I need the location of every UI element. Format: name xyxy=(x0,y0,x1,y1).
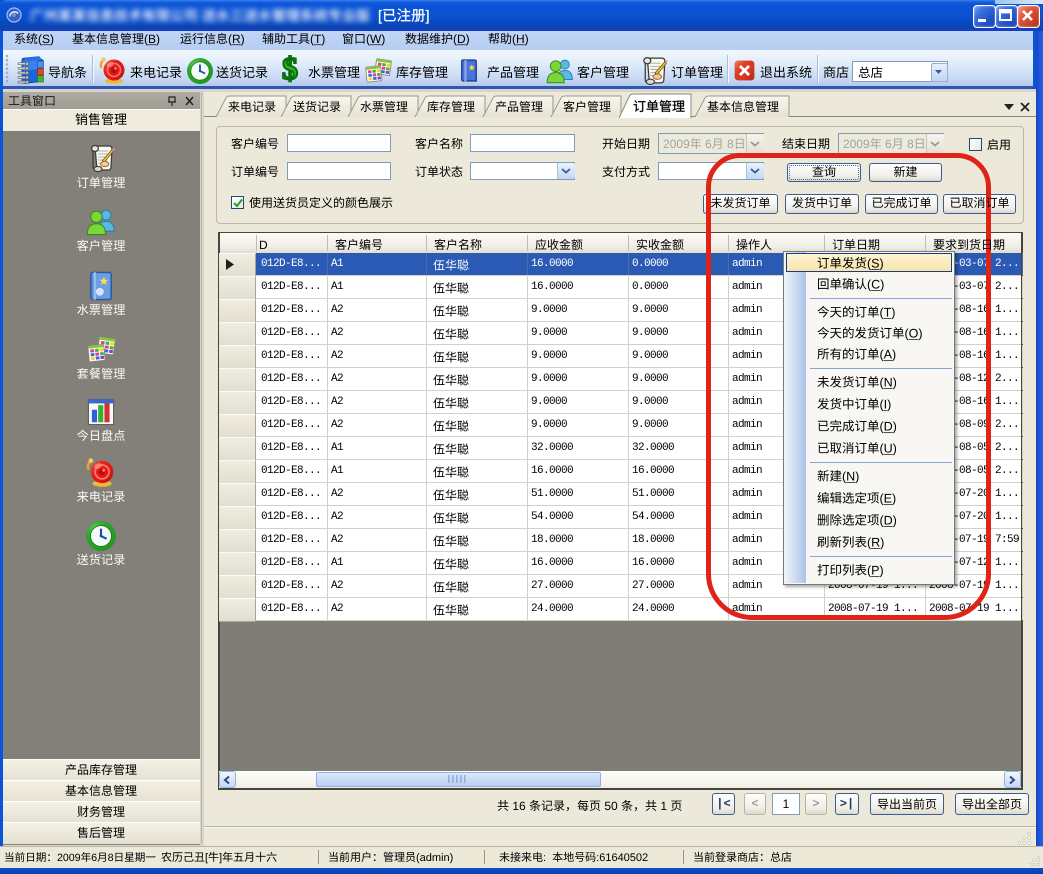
svg-text:$: $ xyxy=(282,55,298,83)
